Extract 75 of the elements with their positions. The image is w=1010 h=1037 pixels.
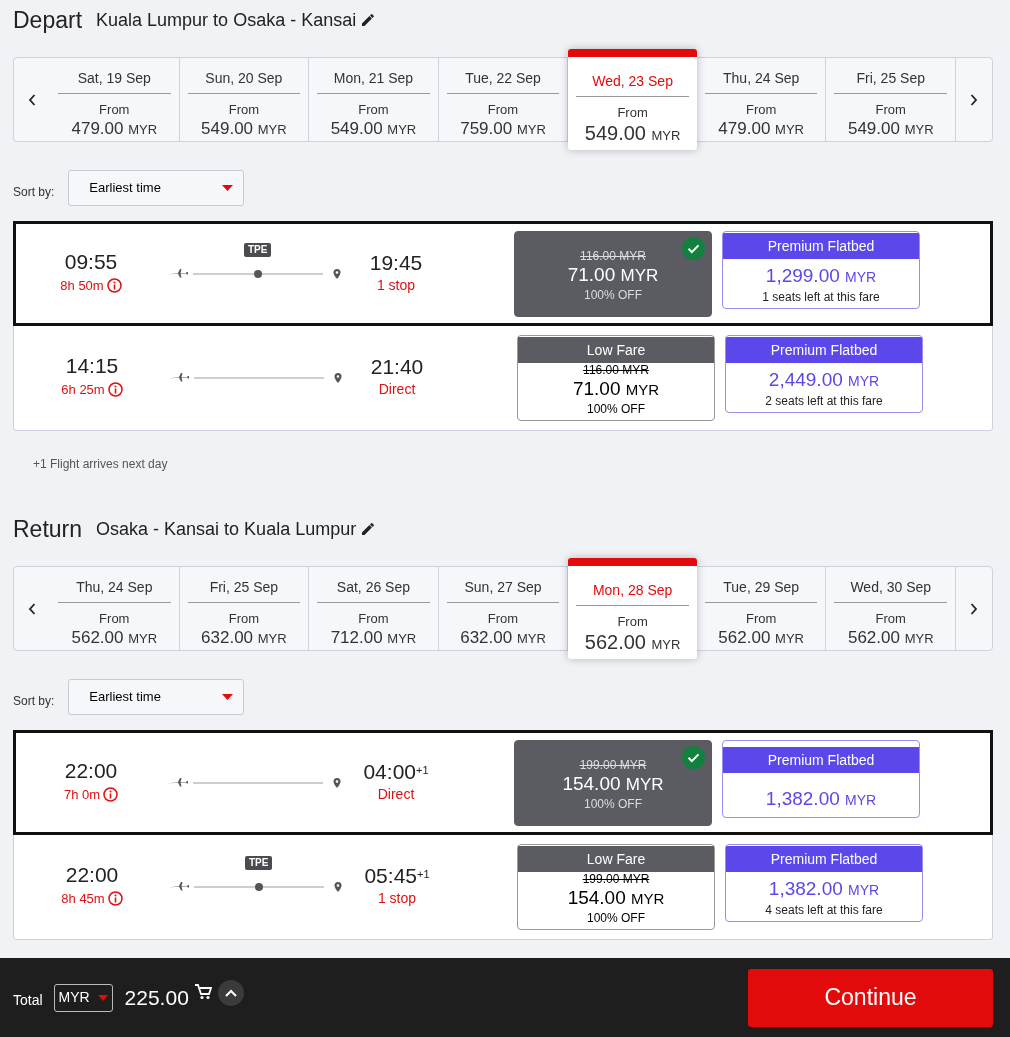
date-tab[interactable]: Sat, 26 Sep From 712.00 MYR — [309, 567, 439, 650]
total-label: Total — [13, 991, 43, 1010]
date-tab[interactable]: Wed, 30 Sep From 562.00 MYR — [826, 567, 957, 650]
stops-text: Direct — [377, 379, 417, 399]
stops-text: 1 stop — [376, 888, 418, 908]
fare-option[interactable]: Premium Flatbed 2,449.00 MYR 2 seats left at this fare — [725, 334, 923, 413]
sort-label: Sort by: — [13, 693, 55, 710]
sort-dropdown[interactable]: Earliest time — [68, 170, 245, 206]
departure-time: 22:00 — [63, 758, 119, 783]
currency-dropdown[interactable]: MYR — [53, 983, 113, 1012]
date-tab[interactable]: Thu, 24 Sep From 479.00 MYR — [696, 58, 827, 141]
sort-label: Sort by: — [13, 184, 55, 201]
departure-time: 09:55 — [63, 249, 119, 274]
date-tab[interactable]: Sat, 19 Sep From 479.00 MYR — [50, 58, 180, 141]
duration-text: 8h 50m — [60, 277, 104, 296]
date-tab[interactable]: Sun, 20 Sep From 549.00 MYR — [179, 58, 310, 141]
fare-option[interactable]: Premium Flatbed 1,299.00 MYR 1 seats left at this fare — [722, 230, 920, 309]
flight-row[interactable]: 09:55 8h 50m TPE 19:45 1 stop 116.00 MYR 71.00 MYR 100% OFF Premium Flatbed 1,299.00 MYR 1 seats left at this fare — [13, 221, 993, 326]
checkmark-icon — [682, 236, 705, 260]
date-tab[interactable]: Fri, 25 Sep From 632.00 MYR — [179, 567, 310, 650]
caret-icon — [222, 694, 234, 700]
info-icon — [106, 278, 122, 294]
stop-badge: TPE — [245, 855, 273, 870]
section-title: Depart — [13, 5, 83, 35]
departure-time: 22:00 — [64, 862, 120, 887]
duration-text: 6h 25m — [61, 381, 105, 400]
date-tab[interactable]: Mon, 21 Sep From 549.00 MYR — [309, 58, 439, 141]
expand-button[interactable] — [217, 979, 244, 1006]
duration-text: 7h 0m — [63, 786, 101, 805]
cart-icon — [194, 983, 212, 1000]
chevron-right-icon — [970, 602, 979, 615]
fare-option[interactable]: Premium Flatbed 1,382.00 MYR 4 seats left at this fare — [725, 843, 923, 922]
caret-icon — [97, 994, 108, 1001]
flight-row[interactable]: 22:00 8h 45m TPE 05:45$^{+1}$ 1 stop Low Fare 199.00 MYR 154.00 MYR 100% OFF Premium Flatbed 1,382.00 MYR 4 seats left at this fare — [14, 834, 992, 939]
stops-text: Direct — [376, 784, 416, 804]
flight-row[interactable]: 22:00 7h 0m 04:00$^{+1}$ Direct 199.00 MYR 154.00 MYR 100% OFF Premium Flatbed 1,382.00 MYR — [13, 730, 993, 835]
fare-option[interactable]: 199.00 MYR 154.00 MYR 100% OFF — [514, 739, 712, 826]
chevron-left-icon — [28, 602, 36, 615]
departure-time: 14:15 — [64, 353, 120, 378]
sort-dropdown[interactable]: Earliest time — [68, 679, 245, 715]
continue-button[interactable]: Continue — [748, 968, 993, 1027]
duration-text: 8h 45m — [61, 890, 105, 909]
route-text: Kuala Lumpur to Osaka - Kansai — [96, 8, 357, 32]
arrival-time: 21:40 — [369, 355, 425, 379]
info-icon — [107, 382, 123, 398]
footnote-text: +1 Flight arrives next day — [33, 456, 169, 473]
route-text: Osaka - Kansai to Kuala Lumpur — [96, 517, 357, 541]
chevron-left-icon — [28, 93, 36, 106]
date-tab[interactable]: Thu, 24 Sep From 562.00 MYR — [50, 567, 180, 650]
edit-button[interactable] — [360, 12, 377, 28]
pencil-icon — [360, 521, 377, 537]
info-icon — [103, 787, 119, 803]
arrival-time: 19:45 — [368, 251, 424, 275]
fare-option[interactable]: Premium Flatbed 1,382.00 MYR — [722, 739, 920, 818]
total-amount: 225.00 — [124, 984, 189, 1011]
info-icon — [107, 891, 123, 907]
checkmark-icon — [682, 745, 705, 769]
fare-option[interactable]: Low Fare 116.00 MYR 71.00 MYR 100% OFF — [517, 334, 715, 421]
chevron-up-icon — [224, 988, 237, 997]
stop-badge: TPE — [244, 242, 272, 257]
stops-text: 1 stop — [375, 275, 417, 295]
chevron-right-icon — [970, 93, 979, 106]
caret-icon — [222, 185, 234, 191]
date-tab[interactable]: Fri, 25 Sep From 549.00 MYR — [826, 58, 957, 141]
arrival-time: 04:00$^{+1}$ — [362, 760, 430, 784]
arrival-time: 05:45$^{+1}$ — [363, 864, 431, 888]
date-tab[interactable]: Wed, 23 Sep From 549.00 MYR — [568, 49, 697, 150]
edit-button[interactable] — [360, 521, 377, 537]
section-title: Return — [13, 514, 83, 544]
fare-option[interactable]: Low Fare 199.00 MYR 154.00 MYR 100% OFF — [517, 843, 715, 930]
fare-option[interactable]: 116.00 MYR 71.00 MYR 100% OFF — [514, 230, 712, 317]
pencil-icon — [360, 12, 377, 28]
flight-row[interactable]: 14:15 6h 25m 21:40 Direct Low Fare 116.00 MYR 71.00 MYR 100% OFF Premium Flatbed 2,449.00 MYR 2 seats left at this fare — [14, 325, 992, 430]
date-tab[interactable]: Tue, 29 Sep From 562.00 MYR — [696, 567, 827, 650]
date-tab[interactable]: Mon, 28 Sep From 562.00 MYR — [568, 558, 697, 659]
